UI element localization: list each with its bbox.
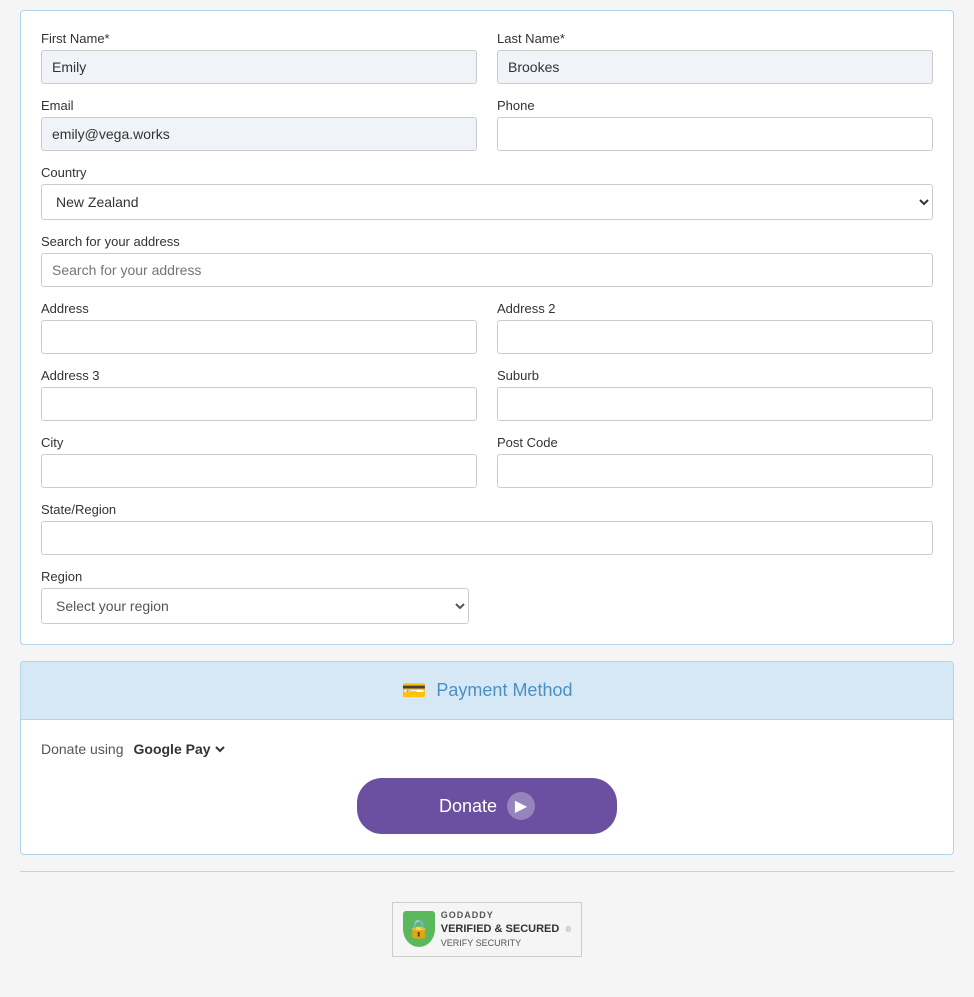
phone-group: Phone	[497, 98, 933, 151]
godaddy-sub-line: VERIFY SECURITY	[441, 937, 560, 950]
postcode-group: Post Code	[497, 435, 933, 488]
payment-header-title: 💳 Payment Method	[41, 678, 933, 703]
name-row: First Name* Last Name*	[41, 31, 933, 84]
first-name-label: First Name*	[41, 31, 477, 46]
state-region-row: State/Region	[41, 502, 933, 555]
region-select[interactable]: Select your region Auckland Wellington C…	[41, 588, 469, 624]
payment-header: 💳 Payment Method	[21, 662, 953, 720]
godaddy-badge[interactable]: 🔒 GODADDY VERIFIED & SECURED VERIFY SECU…	[392, 902, 582, 957]
email-input[interactable]	[41, 117, 477, 151]
address2-group: Address 2	[497, 301, 933, 354]
address3-group: Address 3	[41, 368, 477, 421]
address-label: Address	[41, 301, 477, 316]
last-name-label: Last Name*	[497, 31, 933, 46]
donate-using-label: Donate using	[41, 741, 124, 757]
address3-suburb-row: Address 3 Suburb	[41, 368, 933, 421]
donate-arrow-icon: ▶	[507, 792, 535, 820]
address-row: Address Address 2	[41, 301, 933, 354]
email-phone-row: Email Phone	[41, 98, 933, 151]
first-name-group: First Name*	[41, 31, 477, 84]
postcode-input[interactable]	[497, 454, 933, 488]
personal-info-section: First Name* Last Name* Email Phone Count…	[20, 10, 954, 645]
address-search-label: Search for your address	[41, 234, 933, 249]
payment-method-select[interactable]: Google Pay Credit Card PayPal	[130, 740, 228, 758]
region-label: Region	[41, 569, 469, 584]
city-input[interactable]	[41, 454, 477, 488]
address-search-group: Search for your address	[41, 234, 933, 287]
godaddy-main-line: VERIFIED & SECURED	[441, 922, 560, 937]
donate-using-row: Donate using Google Pay Credit Card PayP…	[41, 740, 933, 758]
address-group: Address	[41, 301, 477, 354]
city-group: City	[41, 435, 477, 488]
section-divider	[20, 871, 954, 872]
city-label: City	[41, 435, 477, 450]
payment-method-title: Payment Method	[436, 680, 572, 701]
first-name-input[interactable]	[41, 50, 477, 84]
address2-input[interactable]	[497, 320, 933, 354]
address3-input[interactable]	[41, 387, 477, 421]
country-group: Country New Zealand Australia United Sta…	[41, 165, 933, 220]
suburb-label: Suburb	[497, 368, 933, 383]
payment-section: 💳 Payment Method Donate using Google Pay…	[20, 661, 954, 855]
last-name-group: Last Name*	[497, 31, 933, 84]
badge-wrapper: 🔒 GODADDY VERIFIED & SECURED VERIFY SECU…	[20, 882, 954, 977]
suburb-group: Suburb	[497, 368, 933, 421]
region-group: Region Select your region Auckland Welli…	[41, 569, 469, 624]
suburb-input[interactable]	[497, 387, 933, 421]
godaddy-copyright: ®	[565, 924, 571, 935]
address2-label: Address 2	[497, 301, 933, 316]
state-region-group: State/Region	[41, 502, 933, 555]
phone-label: Phone	[497, 98, 933, 113]
address3-label: Address 3	[41, 368, 477, 383]
last-name-input[interactable]	[497, 50, 933, 84]
credit-card-icon: 💳	[402, 678, 427, 703]
address-input[interactable]	[41, 320, 477, 354]
godaddy-top-line: GODADDY	[441, 909, 560, 922]
donate-button-wrapper: Donate ▶	[41, 778, 933, 834]
donate-button[interactable]: Donate ▶	[357, 778, 617, 834]
state-region-input[interactable]	[41, 521, 933, 555]
country-select[interactable]: New Zealand Australia United States Unit…	[41, 184, 933, 220]
postcode-label: Post Code	[497, 435, 933, 450]
donate-button-label: Donate	[439, 796, 497, 817]
country-label: Country	[41, 165, 933, 180]
email-group: Email	[41, 98, 477, 151]
address-search-input[interactable]	[41, 253, 933, 287]
badge-text: GODADDY VERIFIED & SECURED VERIFY SECURI…	[441, 909, 560, 950]
shield-icon: 🔒	[403, 911, 435, 947]
email-label: Email	[41, 98, 477, 113]
city-postcode-row: City Post Code	[41, 435, 933, 488]
phone-input[interactable]	[497, 117, 933, 151]
state-region-label: State/Region	[41, 502, 933, 517]
badge-inner: 🔒 GODADDY VERIFIED & SECURED VERIFY SECU…	[403, 909, 571, 950]
payment-body: Donate using Google Pay Credit Card PayP…	[21, 720, 953, 854]
